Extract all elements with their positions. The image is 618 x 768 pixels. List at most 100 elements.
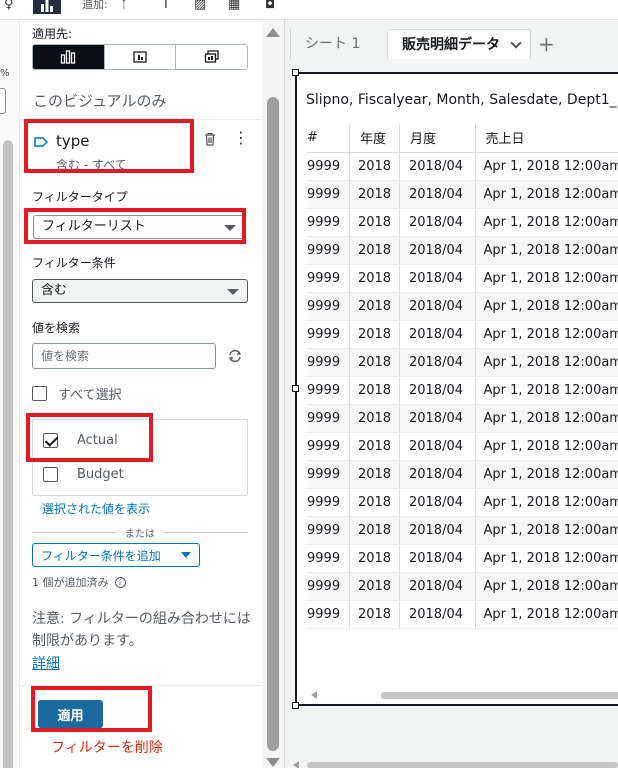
table-cell: 2018/04: [399, 320, 476, 349]
table-cell: 2018: [349, 264, 400, 293]
apply-to-all-sheets-button[interactable]: [176, 45, 247, 69]
table-row[interactable]: 9999 2018 2018/04 Apr 1, 2018 12:00am: [307, 544, 618, 573]
select-all-row[interactable]: すべて選択: [32, 384, 122, 403]
add-filter-condition-button[interactable]: フィルター条件を追加: [32, 543, 200, 567]
lightbulb-icon[interactable]: ♀: [4, 0, 14, 12]
kebab-menu-icon[interactable]: ⋮: [233, 130, 249, 146]
value-item-actual[interactable]: Actual: [43, 433, 118, 448]
table-horizontal-scrollbar[interactable]: [309, 690, 618, 700]
select-all-checkbox[interactable]: [32, 386, 47, 401]
table-cell: 9999: [307, 488, 351, 517]
table-cell: 2018: [349, 600, 400, 629]
scroll-thumb[interactable]: [307, 762, 618, 768]
table-visual[interactable]: Slipno, Fiscalyear, Month, Salesdate, De…: [295, 72, 618, 706]
resize-handle[interactable]: [292, 385, 299, 392]
filter-condition-select[interactable]: 含む: [32, 279, 248, 303]
table-row[interactable]: 9999 2018 2018/04 Apr 1, 2018 12:00am: [307, 208, 618, 237]
table-cell: 9999: [307, 600, 351, 629]
trash-icon[interactable]: [204, 132, 216, 146]
info-icon[interactable]: i: [114, 576, 126, 588]
chevron-down-icon[interactable]: [510, 37, 522, 49]
panel-scrollbar[interactable]: [262, 20, 284, 768]
table-cell: 9999: [307, 544, 351, 573]
scroll-thumb[interactable]: [267, 97, 279, 751]
table-cell: 9999: [307, 516, 351, 545]
value-label: Actual: [77, 433, 118, 448]
apply-to-sheet-button[interactable]: [104, 45, 177, 69]
share-icon[interactable]: ◘: [265, 0, 275, 12]
text-icon[interactable]: Ⅰ: [164, 0, 168, 12]
scroll-left-icon[interactable]: [311, 691, 317, 699]
table-row[interactable]: 9999 2018 2018/04 Apr 1, 2018 12:00am: [307, 488, 618, 517]
value-checkbox[interactable]: [43, 433, 58, 448]
scroll-thumb[interactable]: [381, 692, 618, 699]
resize-handle[interactable]: [292, 69, 299, 76]
scroll-left-icon[interactable]: [293, 761, 299, 768]
table-cell: 2018: [349, 516, 400, 545]
bar-chart-icon: [41, 0, 53, 12]
table-row[interactable]: 9999 2018 2018/04 Apr 1, 2018 12:00am: [307, 600, 618, 629]
tab-sheet-1[interactable]: シート 1: [290, 29, 384, 59]
table-row[interactable]: 9999 2018 2018/04 Apr 1, 2018 12:00am: [307, 432, 618, 461]
filter-field-header[interactable]: type 含む - すべて: [28, 124, 194, 172]
column-header[interactable]: 月度: [399, 124, 476, 153]
table-row[interactable]: 9999 2018 2018/04 Apr 1, 2018 12:00am: [307, 516, 618, 545]
table-row[interactable]: 9999 2018 2018/04 Apr 1, 2018 12:00am: [307, 404, 618, 433]
connect-icon[interactable]: ᛉ: [120, 0, 128, 12]
table-cell: 2018: [349, 572, 400, 601]
column-header[interactable]: #: [307, 124, 351, 153]
scroll-up-icon[interactable]: [266, 28, 280, 37]
value-item-budget[interactable]: Budget: [43, 467, 124, 482]
table-cell: Apr 1, 2018 12:00am: [475, 460, 618, 489]
table-row[interactable]: 9999 2018 2018/04 Apr 1, 2018 12:00am: [307, 236, 618, 265]
canvas-horizontal-scrollbar[interactable]: [285, 759, 618, 768]
table-row[interactable]: 9999 2018 2018/04 Apr 1, 2018 12:00am: [307, 264, 618, 293]
table-row[interactable]: 9999 2018 2018/04 Apr 1, 2018 12:00am: [307, 152, 618, 181]
image-icon[interactable]: ▨: [194, 0, 206, 12]
apply-button[interactable]: 適用: [38, 700, 103, 728]
search-values-input[interactable]: [32, 343, 216, 369]
table-cell: Apr 1, 2018 12:00am: [475, 404, 618, 433]
table-cell: 2018/04: [399, 516, 476, 545]
table-cell: 2018: [349, 180, 400, 209]
tab-sales-detail[interactable]: 販売明細データ: [387, 29, 531, 59]
column-header[interactable]: 売上日: [475, 124, 618, 153]
filter-type-select[interactable]: フィルターリスト: [33, 215, 245, 239]
apply-to-segmented-control: [32, 44, 248, 70]
sheet-icon: [133, 51, 147, 63]
delete-filter-link[interactable]: フィルターを削除: [51, 737, 163, 757]
table-cell: 9999: [307, 460, 351, 489]
table-cell: 2018/04: [399, 376, 476, 405]
refresh-icon[interactable]: [227, 349, 243, 363]
resize-handle[interactable]: [292, 702, 299, 709]
column-header[interactable]: 年度: [349, 124, 400, 153]
apply-to-visual-button[interactable]: [33, 45, 105, 69]
show-selected-link[interactable]: 選択された値を表示: [42, 500, 150, 517]
table-row[interactable]: 9999 2018 2018/04 Apr 1, 2018 12:00am: [307, 320, 618, 349]
table-cell: Apr 1, 2018 12:00am: [475, 348, 618, 377]
visual-type-button[interactable]: [33, 0, 61, 14]
scroll-down-icon[interactable]: [266, 758, 280, 767]
added-count: 1 個が追加済み i: [32, 574, 126, 590]
or-divider: または: [32, 526, 248, 540]
filter-type-value: フィルターリスト: [42, 219, 146, 234]
table-cell: 2018/04: [399, 404, 476, 433]
add-sheet-icon[interactable]: +: [538, 32, 555, 56]
field-subtitle: 含む - すべて: [56, 158, 127, 172]
collapsed-input[interactable]: [0, 88, 6, 114]
left-scrollbar[interactable]: [3, 140, 13, 768]
table-cell: Apr 1, 2018 12:00am: [475, 600, 618, 629]
table-cell: 2018: [349, 544, 400, 573]
table-row[interactable]: 9999 2018 2018/04 Apr 1, 2018 12:00am: [307, 460, 618, 489]
table-row[interactable]: 9999 2018 2018/04 Apr 1, 2018 12:00am: [307, 348, 618, 377]
insight-icon[interactable]: ▦: [228, 0, 240, 12]
details-link[interactable]: 詳細: [32, 653, 60, 673]
table-row[interactable]: 9999 2018 2018/04 Apr 1, 2018 12:00am: [307, 376, 618, 405]
table-cell: Apr 1, 2018 12:00am: [475, 516, 618, 545]
table-row[interactable]: 9999 2018 2018/04 Apr 1, 2018 12:00am: [307, 180, 618, 209]
table-row[interactable]: 9999 2018 2018/04 Apr 1, 2018 12:00am: [307, 292, 618, 321]
value-checkbox[interactable]: [43, 467, 58, 482]
sheet-canvas: シート 1 販売明細データ + Slipno, Fiscalyear, Mont…: [285, 20, 618, 768]
table-header-row: # 年度 月度 売上日: [307, 124, 618, 153]
table-row[interactable]: 9999 2018 2018/04 Apr 1, 2018 12:00am: [307, 572, 618, 601]
